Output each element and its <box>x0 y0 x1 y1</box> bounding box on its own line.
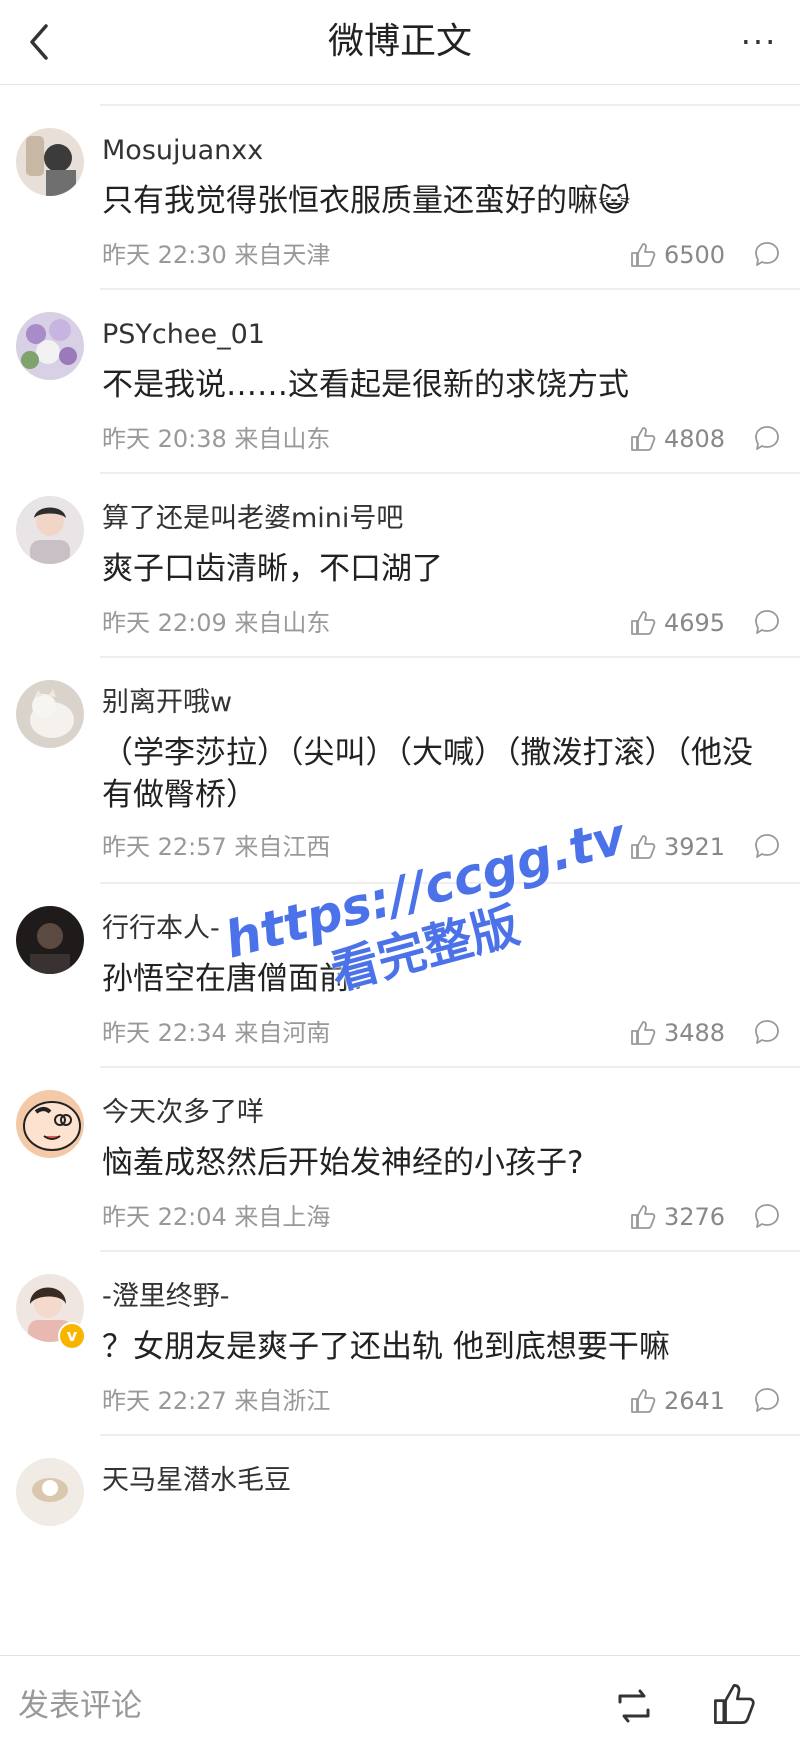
comment-text: 不是我说……这看起是很新的求饶方式 <box>102 367 629 403</box>
thumbs-up-icon <box>631 243 656 267</box>
like-count: 4695 <box>664 609 726 637</box>
reply-icon[interactable] <box>752 240 782 270</box>
cat-emoji-icon: 😺 <box>598 183 631 219</box>
like-button[interactable]: 2641 <box>630 1386 740 1416</box>
like-count: 3488 <box>664 1019 726 1047</box>
comment-meta: 昨天 22:27 来自浙江 <box>102 1387 331 1415</box>
bottom-action-bar: 发表评论 <box>0 1655 800 1754</box>
comment-text: ？女朋友是爽子了还出轨 他到底想要干嘛 <box>102 1329 670 1365</box>
thumbs-up-icon <box>631 611 656 635</box>
reply-icon[interactable] <box>752 424 782 454</box>
verified-badge-icon: v <box>58 1322 86 1350</box>
thumbs-up-icon <box>631 1205 656 1229</box>
more-options-icon[interactable]: ··· <box>734 20 784 64</box>
avatar-dark-icon[interactable] <box>16 906 84 974</box>
avatar-cat-icon[interactable] <box>16 680 84 748</box>
divider <box>100 472 800 474</box>
username[interactable]: PSYchee_01 <box>102 318 265 352</box>
divider <box>100 656 800 658</box>
like-button[interactable]: 4695 <box>630 608 740 638</box>
username[interactable]: Mosujuanxx <box>102 134 263 168</box>
like-button[interactable]: 6500 <box>630 240 740 270</box>
username[interactable]: 今天次多了咩 <box>102 1096 264 1130</box>
reply-icon[interactable] <box>752 1386 782 1416</box>
username[interactable]: 行行本人- <box>102 912 220 946</box>
like-button[interactable]: 3276 <box>630 1202 740 1232</box>
reply-icon[interactable] <box>752 1018 782 1048</box>
comment-text: 爽子口齿清晰，不口湖了 <box>102 551 443 587</box>
avatar-cup-icon[interactable] <box>16 1458 84 1526</box>
like-button[interactable]: 4808 <box>630 424 740 454</box>
avatar-girl-icon[interactable] <box>16 496 84 564</box>
username[interactable]: 算了还是叫老婆mini号吧 <box>102 502 403 536</box>
divider <box>100 1066 800 1068</box>
like-count: 4808 <box>664 425 726 453</box>
thumbs-up-icon[interactable] <box>712 1682 756 1726</box>
divider <box>100 104 800 106</box>
reply-icon[interactable] <box>752 608 782 638</box>
divider <box>100 288 800 290</box>
avatar-flowers-icon[interactable] <box>16 312 84 380</box>
thumbs-up-icon <box>631 427 656 451</box>
avatar-photo-icon[interactable] <box>16 128 84 196</box>
like-count: 3921 <box>664 833 726 861</box>
comment-text: 恼羞成怒然后开始发神经的小孩子? <box>102 1145 584 1181</box>
thumbs-up-icon <box>631 835 656 859</box>
like-button[interactable]: 3921 <box>630 832 740 862</box>
like-count: 6500 <box>664 241 726 269</box>
comment-meta: 昨天 20:38 来自山东 <box>102 425 331 453</box>
comment-text: 只有我觉得张恒衣服质量还蛮好的嘛😺 <box>102 183 631 219</box>
thumbs-up-icon <box>631 1021 656 1045</box>
reply-icon[interactable] <box>752 1202 782 1232</box>
divider <box>100 1250 800 1252</box>
like-count: 2641 <box>664 1387 726 1415</box>
divider <box>100 1434 800 1436</box>
username[interactable]: -澄里终野- <box>102 1280 230 1314</box>
comment-text: （学李莎拉）（尖叫）（大喊）（撒泼打滚）（他没有做臀桥） <box>102 735 753 813</box>
comment-meta: 昨天 22:57 来自江西 <box>102 833 331 861</box>
avatar-cartoon-icon[interactable] <box>16 1090 84 1158</box>
like-count: 3276 <box>664 1203 726 1231</box>
page-title: 微博正文 <box>327 21 472 62</box>
username[interactable]: 天马星潜水毛豆 <box>102 1464 291 1498</box>
comment-meta: 昨天 22:09 来自山东 <box>102 609 331 637</box>
comment-meta: 昨天 22:04 来自上海 <box>102 1203 331 1231</box>
thumbs-up-icon <box>631 1389 656 1413</box>
repost-icon[interactable] <box>612 1686 656 1726</box>
top-navigation-bar: 微博正文 ··· <box>0 0 800 85</box>
like-button[interactable]: 3488 <box>630 1018 740 1048</box>
comment-meta: 昨天 22:30 来自天津 <box>102 241 331 269</box>
comment-input[interactable]: 发表评论 <box>18 1686 142 1726</box>
username[interactable]: 别离开哦w <box>102 686 232 720</box>
reply-icon[interactable] <box>752 832 782 862</box>
